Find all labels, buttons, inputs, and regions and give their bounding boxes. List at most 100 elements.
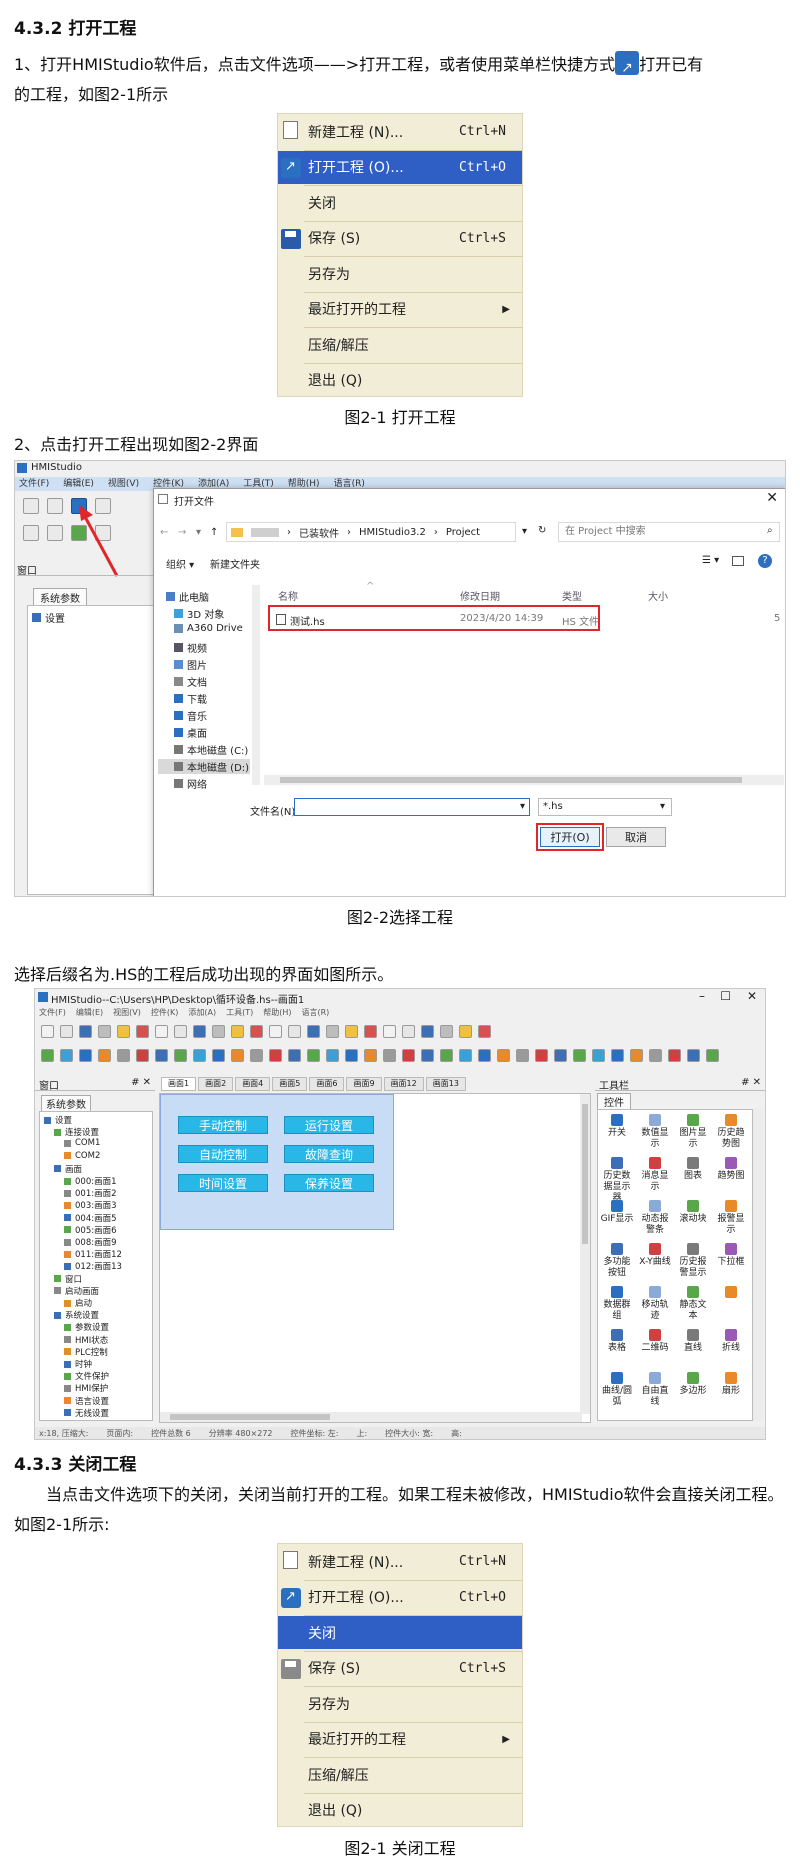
toolbar-icon[interactable] <box>98 1049 111 1062</box>
toolbox-item[interactable]: 趋势图 <box>714 1157 748 1182</box>
toolbar-icon[interactable] <box>98 1025 111 1038</box>
toolbar-icon[interactable] <box>41 1049 54 1062</box>
project-tree-item[interactable]: 启动画面 <box>54 1285 99 1297</box>
toolbar-icon[interactable] <box>459 1025 472 1038</box>
toolbar-icon[interactable] <box>41 1025 54 1038</box>
btn-maintenance[interactable]: 保养设置 <box>284 1174 374 1192</box>
toolbar-icon[interactable] <box>478 1025 491 1038</box>
toolbox-item[interactable]: 滚动块 <box>676 1200 710 1225</box>
project-tree-item[interactable]: 008:画面9 <box>64 1236 117 1248</box>
nav-tree-item[interactable]: 视频 <box>174 640 207 655</box>
maximize-icon[interactable]: ☐ <box>720 989 731 1003</box>
toolbar-icon[interactable] <box>592 1049 605 1062</box>
toolbar-icon[interactable] <box>174 1049 187 1062</box>
help-icon[interactable]: ? <box>758 554 772 568</box>
toolbar-icon[interactable] <box>288 1049 301 1062</box>
btn-fault-query[interactable]: 故障查询 <box>284 1145 374 1163</box>
project-tree-item[interactable]: 004:画面5 <box>64 1212 117 1224</box>
new-doc-icon[interactable] <box>47 498 63 514</box>
col-date[interactable]: 修改日期 <box>460 588 500 603</box>
menu-item[interactable]: 新建工程 (N)... Ctrl+N <box>278 115 522 148</box>
screen-tab[interactable]: 画面9 <box>346 1077 382 1091</box>
toolbar-icon[interactable] <box>402 1025 415 1038</box>
toolbar-icon[interactable] <box>497 1049 510 1062</box>
project-tree-item[interactable]: 语言设置 <box>64 1395 109 1407</box>
toolbar-icon[interactable] <box>611 1049 624 1062</box>
toolbox-scroll[interactable] <box>753 1109 763 1421</box>
menu-item[interactable]: 保存 (S) Ctrl+S <box>278 222 522 255</box>
toolbar-icon[interactable] <box>706 1049 719 1062</box>
toolbar-icon[interactable] <box>288 1025 301 1038</box>
toolbox-item[interactable]: 多边形 <box>676 1372 710 1397</box>
menu-item[interactable]: 关闭 <box>278 186 522 219</box>
toolbar-icon[interactable] <box>60 1049 73 1062</box>
toolbox-item[interactable]: 历史报警显示 <box>676 1243 710 1279</box>
project-tree-item[interactable]: HMI保护 <box>64 1382 108 1394</box>
toolbox-item[interactable]: X-Y曲线 <box>638 1243 672 1268</box>
menu-item[interactable]: 压缩/解压 <box>278 328 522 361</box>
filename-dropdown-icon[interactable]: ▾ <box>520 801 525 812</box>
menubar-item[interactable]: 工具(T) <box>226 1007 253 1019</box>
nav-tree-item[interactable]: 下载 <box>174 691 207 706</box>
toolbar-icon[interactable] <box>136 1049 149 1062</box>
menubar-item[interactable]: 文件(F) <box>39 1007 66 1019</box>
toolbar-icon[interactable] <box>440 1049 453 1062</box>
nav-back-icon[interactable]: ← <box>160 527 168 538</box>
btn-run-settings[interactable]: 运行设置 <box>284 1116 374 1134</box>
toolbox-item[interactable]: 扇形 <box>714 1372 748 1397</box>
toolbar-icon[interactable] <box>269 1025 282 1038</box>
toolbar-icon[interactable] <box>687 1049 700 1062</box>
toolbar-icon[interactable] <box>630 1049 643 1062</box>
new-file-icon[interactable] <box>23 498 39 514</box>
menu-item[interactable]: 另存为 <box>278 257 522 290</box>
toolbar-icon[interactable] <box>345 1025 358 1038</box>
editor-vscroll[interactable] <box>580 1094 590 1414</box>
btn-time-settings[interactable]: 时间设置 <box>178 1174 268 1192</box>
screen-tab[interactable]: 画面6 <box>309 1077 345 1091</box>
toolbox-item[interactable]: 动态报警条 <box>638 1200 672 1236</box>
address-bar[interactable]: › 已装软件 › HMIStudio3.2 › Project <box>226 522 516 542</box>
menu-item[interactable]: 保存 (S) Ctrl+S <box>278 1652 522 1685</box>
nav-tree-item[interactable]: 3D 对象 <box>174 606 224 621</box>
toolbar-icon[interactable] <box>212 1049 225 1062</box>
toolbox-item[interactable]: 表格 <box>600 1329 634 1354</box>
refresh-icon[interactable]: ↻ <box>538 525 546 536</box>
toolbox-item[interactable]: 数值显示 <box>638 1114 672 1150</box>
path-segment[interactable]: HMIStudio3.2 <box>359 527 426 538</box>
nav-tree-item[interactable]: 本地磁盘 (D:) <box>158 759 250 774</box>
menu-item[interactable]: 最近打开的工程 ▶ <box>278 293 522 326</box>
project-tree-item[interactable]: COM1 <box>64 1138 100 1148</box>
file-type-filter[interactable]: *.hs <box>538 798 672 816</box>
screen-tab[interactable]: 画面4 <box>235 1077 271 1091</box>
menubar-item[interactable]: 语言(R) <box>301 1007 329 1019</box>
tree-item-settings[interactable]: 设置 <box>32 610 65 625</box>
close-icon[interactable]: ✕ <box>747 989 757 1003</box>
toolbar-icon[interactable] <box>383 1049 396 1062</box>
left-tab-system[interactable]: 系统参数 <box>41 1095 91 1112</box>
toolbar-icon[interactable] <box>136 1025 149 1038</box>
preview-pane-icon[interactable] <box>732 556 744 566</box>
col-size[interactable]: 大小 <box>648 588 668 603</box>
toolbar-icon[interactable] <box>459 1049 472 1062</box>
screen-tab[interactable]: 画面12 <box>383 1077 424 1091</box>
toolbar-icon[interactable] <box>174 1025 187 1038</box>
editor-hscroll[interactable] <box>160 1412 582 1422</box>
menu-item[interactable]: 打开工程 (O)... Ctrl+O <box>278 1581 522 1614</box>
toolbox-item[interactable]: 直线 <box>676 1329 710 1354</box>
screen-tab[interactable]: 画面1 <box>161 1077 197 1091</box>
toolbar-icon[interactable] <box>326 1049 339 1062</box>
filename-input[interactable] <box>294 798 530 816</box>
toolbar-icon[interactable] <box>421 1025 434 1038</box>
menubar-item[interactable]: 视图(V) <box>113 1007 141 1019</box>
nav-tree-item[interactable]: 图片 <box>174 657 207 672</box>
project-tree-item[interactable]: 012:画面13 <box>64 1260 122 1272</box>
project-tree-item[interactable]: 连接设置 <box>54 1126 99 1138</box>
screen-tab[interactable]: 画面5 <box>272 1077 308 1091</box>
screen-tab[interactable]: 画面13 <box>425 1077 466 1091</box>
toolbar-icon[interactable] <box>326 1025 339 1038</box>
toolbar-icon[interactable] <box>668 1049 681 1062</box>
toolbar-icon[interactable] <box>269 1049 282 1062</box>
toolbar-icon[interactable] <box>193 1049 206 1062</box>
toolbar-icon[interactable] <box>383 1025 396 1038</box>
toolbox-item[interactable]: 下拉框 <box>714 1243 748 1268</box>
